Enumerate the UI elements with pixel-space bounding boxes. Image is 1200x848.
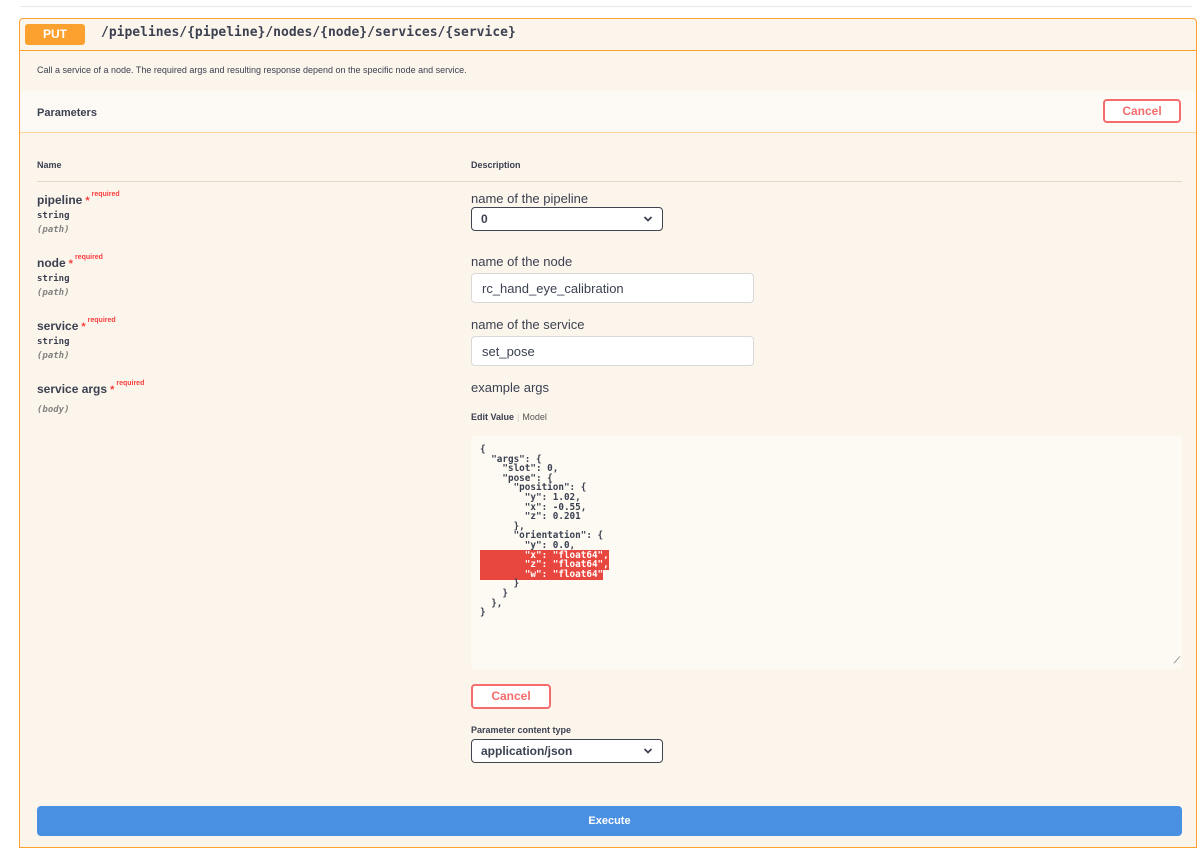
param-name-node: node *required bbox=[37, 254, 103, 270]
required-label: required bbox=[116, 380, 145, 387]
required-label: required bbox=[91, 191, 120, 198]
header-divider bbox=[37, 181, 1182, 182]
operation-description: Call a service of a node. The required a… bbox=[37, 65, 467, 75]
param-location: (path) bbox=[37, 225, 70, 235]
parameters-title: Parameters bbox=[37, 107, 97, 119]
param-type: string bbox=[37, 274, 70, 284]
param-name-service: service *required bbox=[37, 317, 116, 333]
pipeline-select[interactable]: 0 bbox=[471, 207, 663, 231]
resize-handle-icon[interactable]: ⟋ bbox=[1174, 657, 1180, 667]
required-star: * bbox=[110, 384, 115, 396]
pipeline-select-value: 0 bbox=[481, 212, 488, 226]
cancel-try-out-button[interactable]: Cancel bbox=[1103, 99, 1181, 123]
cancel-body-button[interactable]: Cancel bbox=[471, 684, 551, 709]
required-star: * bbox=[68, 258, 73, 270]
content-type-select[interactable]: application/json bbox=[471, 739, 663, 763]
param-name-text: node bbox=[37, 256, 66, 270]
required-label: required bbox=[74, 254, 103, 261]
code-lines: } } }, } bbox=[480, 578, 520, 619]
body-editor-textarea[interactable]: { "args": { "slot": 0, "pose": { "positi… bbox=[471, 436, 1182, 669]
parameters-header: Parameters Cancel bbox=[20, 91, 1196, 133]
required-star: * bbox=[85, 195, 90, 207]
chevron-down-icon bbox=[643, 740, 653, 771]
service-input[interactable] bbox=[471, 336, 754, 366]
tab-separator: | bbox=[517, 412, 520, 422]
operation-summary[interactable]: PUT /pipelines/{pipeline}/nodes/{node}/s… bbox=[20, 19, 1196, 51]
param-name-service-args: service args *required bbox=[37, 380, 145, 396]
param-location: (body) bbox=[37, 405, 70, 415]
operation-block: PUT /pipelines/{pipeline}/nodes/{node}/s… bbox=[19, 18, 1197, 848]
top-divider bbox=[20, 6, 1192, 7]
required-label: required bbox=[87, 317, 116, 324]
node-input[interactable] bbox=[471, 273, 754, 303]
code-lines: { "args": { "slot": 0, "pose": { "positi… bbox=[480, 444, 604, 551]
body-tabs: Edit Value | Model bbox=[471, 412, 547, 422]
param-location: (path) bbox=[37, 288, 70, 298]
param-name-pipeline: pipeline *required bbox=[37, 191, 120, 207]
param-type: string bbox=[37, 211, 70, 221]
column-header-name: Name bbox=[37, 160, 62, 170]
endpoint-path: /pipelines/{pipeline}/nodes/{node}/servi… bbox=[101, 25, 516, 40]
content-type-label: Parameter content type bbox=[471, 725, 572, 735]
column-header-description: Description bbox=[471, 160, 521, 170]
param-description: name of the node bbox=[471, 254, 573, 269]
execute-button[interactable]: Execute bbox=[37, 806, 1182, 836]
param-description: example args bbox=[471, 380, 550, 395]
param-name-text: service args bbox=[37, 382, 108, 396]
param-name-text: service bbox=[37, 319, 79, 333]
param-description: name of the service bbox=[471, 317, 585, 332]
chevron-down-icon bbox=[643, 208, 653, 239]
content-type-value: application/json bbox=[481, 744, 573, 758]
param-name-text: pipeline bbox=[37, 193, 83, 207]
param-location: (path) bbox=[37, 351, 70, 361]
tab-edit-value[interactable]: Edit Value bbox=[471, 412, 514, 422]
required-star: * bbox=[81, 321, 86, 333]
tab-model[interactable]: Model bbox=[522, 412, 547, 422]
param-type: string bbox=[37, 337, 70, 347]
method-badge: PUT bbox=[25, 24, 85, 45]
param-description: name of the pipeline bbox=[471, 191, 589, 206]
